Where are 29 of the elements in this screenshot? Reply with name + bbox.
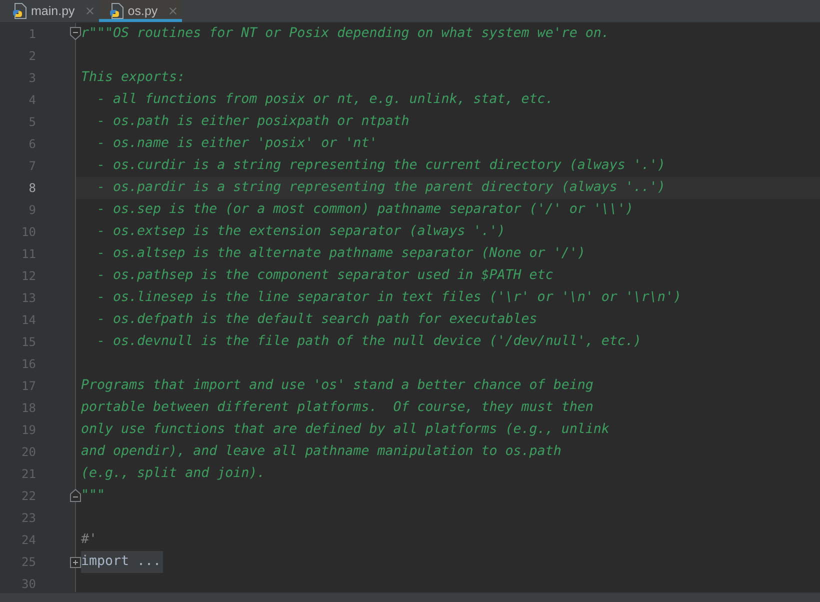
editor-tab[interactable]: os.py xyxy=(98,0,182,22)
docstring-text: Programs that import and use 'os' stand a better chance of being xyxy=(81,378,594,394)
docstring-text: """ xyxy=(81,488,106,504)
docstring-text: - os.name is either 'posix' or 'nt' xyxy=(96,136,378,152)
docstring-text: - os.curdir is a string representing the current directory (always '.') xyxy=(96,158,666,174)
docstring-text: portable between different platforms. Of course, they must then xyxy=(81,400,594,416)
docstring-text: only use functions that are defined by all platforms (e.g., unlink xyxy=(81,422,610,438)
docstring-text: - os.pardir is a string representing the parent directory (always '..') xyxy=(96,180,666,196)
comment-text: #' xyxy=(81,532,98,548)
docstring-text: - os.sep is the (or a most common) pathname separator ('/' or '\\') xyxy=(96,202,634,218)
folded-code-block[interactable]: import ... xyxy=(81,551,164,573)
docstring-text: r"""OS routines for NT or Posix depending on what system we're on. xyxy=(81,26,610,42)
docstring-text: (e.g., split and join). xyxy=(81,466,266,482)
line-number: 8 xyxy=(28,180,36,196)
docstring-text: - os.pathsep is the component separator used in $PATH etc xyxy=(96,268,554,284)
docstring-text: - os.devnull is the file path of the null device ('/dev/null', etc.) xyxy=(96,334,642,350)
docstring-text: - os.extsep is the extension separator (always '.') xyxy=(96,224,506,240)
docstring-text: - all functions from posix or nt, e.g. unlink, stat, etc. xyxy=(96,92,554,108)
expand-marker-icon[interactable] xyxy=(70,557,81,568)
docstring-text: - os.linesep is the line separator in text files ('\r' or '\n' or '\r\n') xyxy=(96,290,682,306)
docstring-text: - os.defpath is the default search path for executables xyxy=(96,312,538,328)
file-icon xyxy=(13,2,27,18)
docstring-text: and opendir), and leave all pathname manipulation to os.path xyxy=(81,444,562,460)
docstring-text: - os.altsep is the alternate pathname separator (None or '/') xyxy=(96,246,586,262)
docstring-text: - os.path is either posixpath or ntpath xyxy=(96,114,410,130)
docstring-text: This exports: xyxy=(81,70,186,86)
fold-marker-icon[interactable] xyxy=(70,489,81,502)
file-icon xyxy=(110,2,124,18)
fold-marker-icon[interactable] xyxy=(70,27,81,40)
